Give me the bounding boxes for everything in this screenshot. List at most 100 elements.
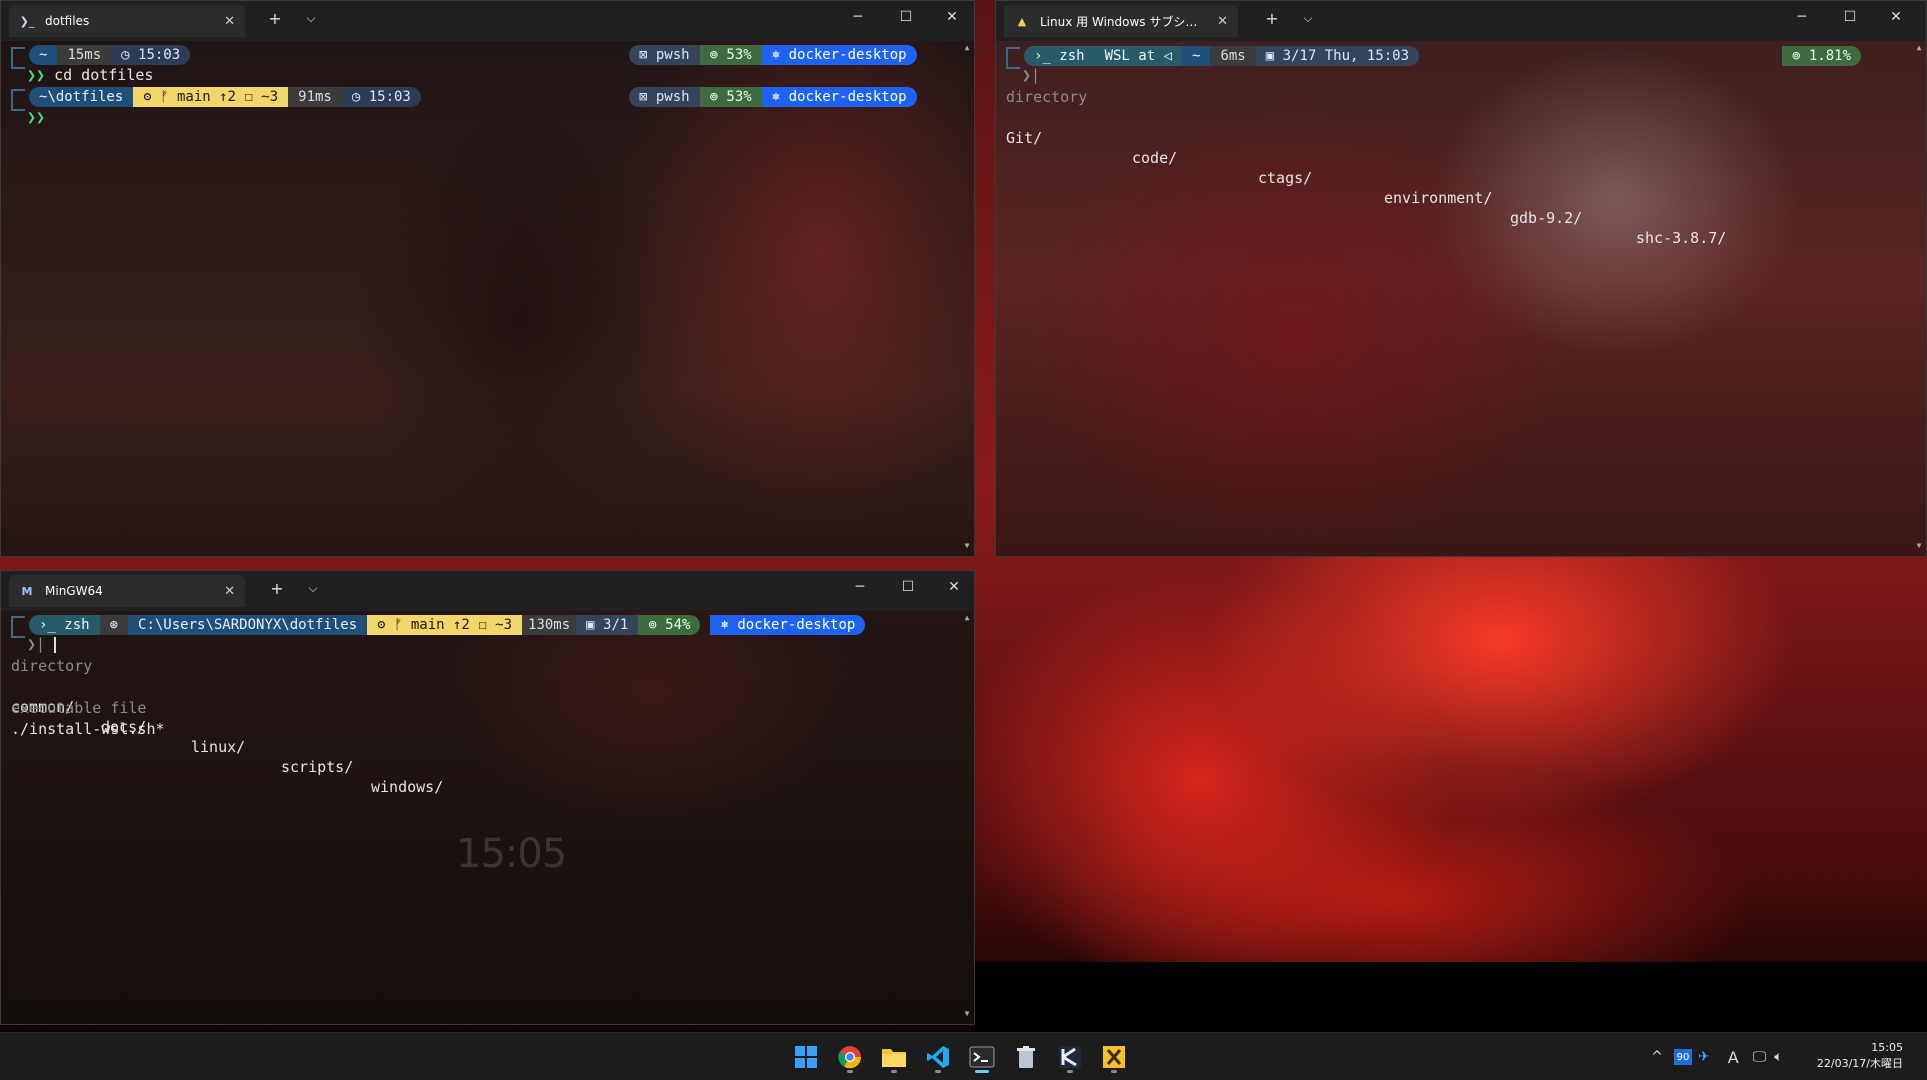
terminal-icon[interactable] <box>966 1041 998 1073</box>
scroll-down-icon[interactable]: ▼ <box>962 541 972 550</box>
tab-mingw64[interactable]: M MinGW64 ✕ <box>9 575 245 607</box>
clock-time: 15:05 <box>1871 1041 1903 1054</box>
command-line: ❯❯ cd dotfiles <box>27 65 153 85</box>
prompt-bracket <box>11 616 25 638</box>
title-bar[interactable]: ▲ Linux 用 Windows サブシステム： ✕ + ⌵ ─ ☐ ✕ <box>996 1 1926 41</box>
tab-title: MinGW64 <box>45 584 103 598</box>
taskbar-clock[interactable]: 15:05 22/03/17/木曜日 <box>1817 1040 1903 1072</box>
app-x-icon[interactable] <box>1098 1041 1130 1073</box>
listing-label: directory <box>11 657 93 675</box>
network-icon[interactable]: 🖵 <box>1753 1049 1767 1065</box>
list-item: gdb-9.2/ <box>1510 209 1583 227</box>
list-item: windows/ <box>371 778 444 796</box>
close-button[interactable]: ✕ <box>930 1 974 33</box>
close-button[interactable]: ✕ <box>932 571 974 603</box>
close-tab-icon[interactable]: ✕ <box>224 14 235 29</box>
chrome-icon[interactable] <box>834 1041 866 1073</box>
tab-title: Linux 用 Windows サブシステム： <box>1040 14 1208 29</box>
file-explorer-icon[interactable] <box>878 1041 910 1073</box>
segment-dir: ~\dotfiles <box>29 87 134 107</box>
segment-time: ◷ 15:03 <box>111 45 191 65</box>
prompt-arrow: ❯| <box>1022 66 1041 84</box>
segment-context: ⎈ docker-desktop <box>710 615 866 635</box>
prompt-right: ⊚ 1.81% <box>1782 46 1862 66</box>
terminal-content[interactable]: ›_ zsh WSL at ◁ ~ 6ms ▣ 3/17 Thu, 15:03 … <box>996 41 1910 556</box>
maximize-button[interactable]: ☐ <box>886 571 930 603</box>
maximize-button[interactable]: ☐ <box>884 1 928 33</box>
tab-wsl[interactable]: ▲ Linux 用 Windows サブシステム： ✕ <box>1004 5 1238 37</box>
maximize-button[interactable]: ☐ <box>1828 1 1872 33</box>
start-icon[interactable] <box>790 1041 822 1073</box>
new-tab-button[interactable]: + <box>1260 9 1284 28</box>
segment-dir: ~ <box>1182 46 1211 66</box>
scroll-up-icon[interactable]: ▲ <box>1914 43 1924 52</box>
segment-shell: ⊠ pwsh <box>629 87 700 107</box>
segment-battery: ⊚ 53% <box>699 87 762 107</box>
steam-icon[interactable]: ✈ <box>1698 1049 1710 1065</box>
running-indicator <box>935 1070 941 1073</box>
scroll-down-icon[interactable]: ▼ <box>962 1009 972 1018</box>
tab-dotfiles[interactable]: ❯_ dotfiles ✕ <box>9 5 245 37</box>
scroll-up-icon[interactable]: ▲ <box>962 43 972 52</box>
mingw-icon: M <box>21 584 33 598</box>
ime-indicator[interactable]: A <box>1728 1048 1739 1067</box>
scrollbar[interactable]: ▲ ▼ <box>1914 41 1924 552</box>
segment-duration: 15ms <box>57 45 112 65</box>
executable-file: ./install-wsl.sh* <box>11 720 165 738</box>
new-tab-button[interactable]: + <box>263 9 287 28</box>
terminal-content[interactable]: ~ 15ms ◷ 15:03 ⊠ pwsh ⊚ 53% ⎈ docker-des… <box>1 41 958 556</box>
segment-wsl: WSL at ◁ <box>1094 46 1183 66</box>
segment-time: ◷ 15:03 <box>341 87 421 107</box>
list-item: environment/ <box>1384 189 1493 207</box>
recycle-bin-icon[interactable] <box>1010 1041 1042 1073</box>
input-line[interactable]: ❯| <box>1022 65 1040 85</box>
close-tab-icon[interactable]: ✕ <box>1217 14 1228 29</box>
segment-context: ⎈ docker-desktop <box>761 87 917 107</box>
segment-duration: 130ms <box>522 615 577 635</box>
minimize-button[interactable]: ─ <box>836 1 880 33</box>
directory-listing: common/ docs/ linux/ scripts/ windows/ <box>11 677 443 796</box>
scroll-down-icon[interactable]: ▼ <box>1914 541 1924 550</box>
segment-duration: 91ms <box>288 87 342 107</box>
terminal-window-mingw64[interactable]: M MinGW64 ✕ + ⌵ ─ ☐ ✕ ›_ zsh ⊛ C:\Users\… <box>0 570 975 1025</box>
desktop-wallpaper <box>975 962 1927 1032</box>
prompt-right: ⊠ pwsh ⊚ 53% ⎈ docker-desktop <box>629 45 917 65</box>
text-cursor <box>54 636 57 653</box>
linux-icon: ▲ <box>1017 14 1027 28</box>
volume-icon[interactable]: 🔈︎ <box>1774 1049 1782 1065</box>
prompt-right: ⊠ pwsh ⊚ 53% ⎈ docker-desktop <box>629 87 917 107</box>
tab-dropdown-button[interactable]: ⌵ <box>301 581 325 596</box>
scrollbar[interactable]: ▲ ▼ <box>962 41 972 552</box>
app-k-icon[interactable] <box>1054 1041 1086 1073</box>
scrollbar[interactable]: ▲ ▼ <box>962 611 972 1020</box>
title-bar[interactable]: ❯_ dotfiles ✕ + ⌵ ─ ☐ ✕ <box>1 1 974 41</box>
prompt-arrow: ❯❯ <box>27 108 46 126</box>
scroll-up-icon[interactable]: ▲ <box>962 613 972 622</box>
terminal-content[interactable]: ›_ zsh ⊛ C:\Users\SARDONYX\dotfiles ʘ ᚠ … <box>1 611 958 1024</box>
taskbar: ^ 90 ✈ A 🖵 🔈︎ 15:05 22/03/17/木曜日 <box>0 1032 1927 1080</box>
input-line[interactable]: ❯| <box>27 634 57 654</box>
show-hidden-icons-icon[interactable]: ^ <box>1646 1049 1668 1065</box>
close-tab-icon[interactable]: ✕ <box>224 584 235 599</box>
input-line[interactable]: ❯❯ <box>27 107 45 127</box>
title-bar[interactable]: M MinGW64 ✕ + ⌵ ─ ☐ ✕ <box>1 571 974 611</box>
list-item: scripts/ <box>281 758 354 776</box>
vscode-icon[interactable] <box>922 1041 954 1073</box>
minimize-button[interactable]: ─ <box>838 571 882 603</box>
running-indicator <box>847 1070 853 1073</box>
list-item: code/ <box>1132 149 1178 167</box>
active-indicator <box>975 1070 989 1073</box>
terminal-window-wsl[interactable]: ▲ Linux 用 Windows サブシステム： ✕ + ⌵ ─ ☐ ✕ ›_… <box>995 0 1927 557</box>
tab-dropdown-button[interactable]: ⌵ <box>299 11 323 26</box>
running-indicator <box>1111 1070 1117 1073</box>
close-button[interactable]: ✕ <box>1874 1 1918 33</box>
minimize-button[interactable]: ─ <box>1780 1 1824 33</box>
terminal-window-dotfiles[interactable]: ❯_ dotfiles ✕ + ⌵ ─ ☐ ✕ ~ 15ms ◷ 15:03 ⊠… <box>0 0 975 557</box>
prompt-arrow: ❯| <box>27 635 46 653</box>
system-tray: ^ 90 ✈ A 🖵 🔈︎ <box>1646 1033 1782 1080</box>
new-tab-button[interactable]: + <box>265 579 289 598</box>
list-item: shc-3.8.7/ <box>1636 229 1727 247</box>
tab-dropdown-button[interactable]: ⌵ <box>1296 11 1320 26</box>
segment-date: ▣ 3/1 <box>576 615 639 635</box>
tray-app-icon[interactable]: 90 <box>1674 1049 1692 1065</box>
